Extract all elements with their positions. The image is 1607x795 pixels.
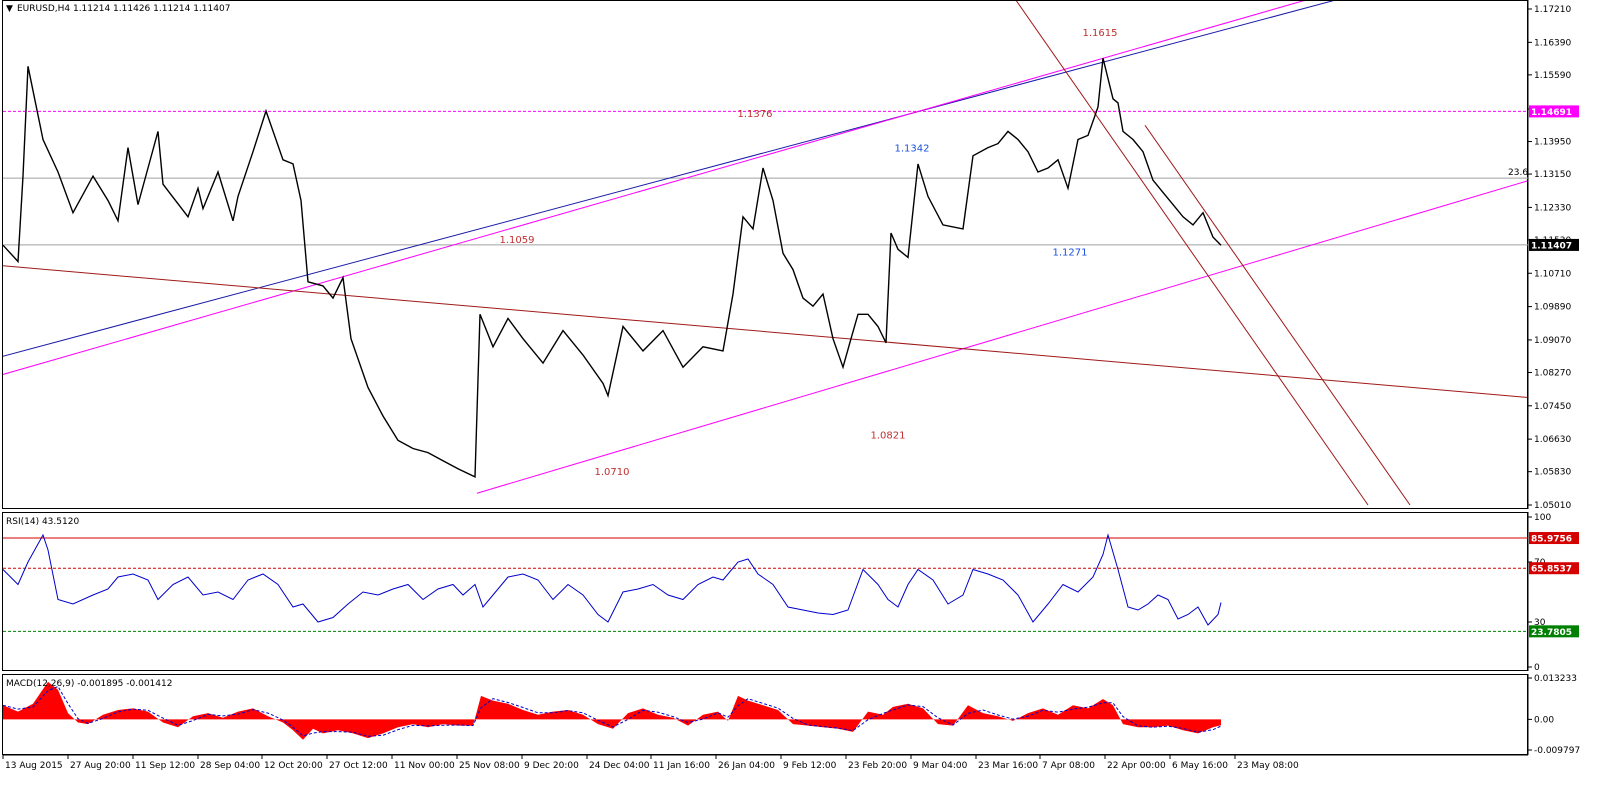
time-tick-label: 23 Feb 20:00 xyxy=(848,761,907,771)
rsi-tick-label: 100 xyxy=(1534,513,1551,523)
time-tick-label: 28 Sep 04:00 xyxy=(200,761,260,771)
macd-series xyxy=(2,681,1222,740)
time-tick-label: 27 Aug 20:00 xyxy=(70,761,131,771)
macd-tick-label: 0.013233 xyxy=(1534,674,1577,684)
price-line xyxy=(2,58,1222,478)
price-annotation: 1.0821 xyxy=(871,430,906,441)
rsi-level-tag: 65.8537 xyxy=(1531,565,1572,575)
price-menu-icon[interactable]: ▼ xyxy=(6,4,13,14)
price-annotations: 1.1615 1.1376 1.1342 1.1059 1.1271 1.0821 1.07… xyxy=(500,28,1118,478)
time-tick-label: 6 May 16:00 xyxy=(1172,761,1228,771)
time-tick-label: 9 Dec 20:00 xyxy=(524,761,579,771)
time-tick-label: 23 Mar 16:00 xyxy=(978,761,1038,771)
price-annotation: 1.1615 xyxy=(1083,28,1118,39)
macd-y-axis: 0.013233 0.00 -0.009797 xyxy=(1527,674,1580,756)
price-annotation: 1.1271 xyxy=(1053,247,1088,258)
price-tick-label: 1.13150 xyxy=(1534,170,1571,180)
rsi-line xyxy=(2,533,1222,626)
time-axis: 13 Aug 2015 27 Aug 20:00 11 Sep 12:00 28 Se… xyxy=(2,754,1528,771)
time-tick-label: 9 Feb 12:00 xyxy=(783,761,837,771)
macd-histogram xyxy=(3,681,1221,740)
price-annotation: 1.1342 xyxy=(895,144,930,155)
price-tick-label: 1.09890 xyxy=(1534,303,1571,313)
dark-red-long xyxy=(3,265,1527,398)
price-pane[interactable]: 1.172101.163901.155901.147501.139501.131… xyxy=(0,0,1579,511)
rsi-pane[interactable]: 10070300 85.975665.853723.7805 RSI(14) 4… xyxy=(2,512,1580,673)
macd-header: MACD(12,26,9) -0.001895 -0.001412 xyxy=(6,679,172,689)
price-tick-label: 1.13950 xyxy=(1534,138,1571,148)
trendlines[interactable] xyxy=(0,0,1530,506)
price-annotation: 1.1376 xyxy=(738,109,773,120)
magenta-lower xyxy=(476,180,1527,494)
fib-level-label: 23.6 xyxy=(1508,168,1528,178)
rsi-level-tag: 23.7805 xyxy=(1531,628,1572,638)
rsi-tick-label: 0 xyxy=(1534,663,1540,673)
price-y-axis: 1.172101.163901.155901.147501.139501.131… xyxy=(1527,0,1571,511)
price-tick-label: 1.09070 xyxy=(1534,336,1571,346)
time-tick-label: 23 May 08:00 xyxy=(1237,761,1299,771)
price-pane-frame xyxy=(2,0,1528,509)
magenta-level-tag: 1.14691 xyxy=(1531,108,1572,118)
time-tick-label: 12 Oct 20:00 xyxy=(264,761,323,771)
price-tick-label: 1.17210 xyxy=(1534,5,1571,15)
time-tick-label: 13 Aug 2015 xyxy=(5,761,63,771)
trading-chart: 1.172101.163901.155901.147501.139501.131… xyxy=(0,0,1581,771)
time-tick-label: 11 Jan 16:00 xyxy=(653,761,710,771)
price-tick-label: 1.08270 xyxy=(1534,368,1571,378)
price-tick-label: 1.12330 xyxy=(1534,203,1571,213)
rsi-pane-frame xyxy=(2,512,1528,671)
macd-tick-label: 0.00 xyxy=(1534,715,1554,725)
price-tick-label: 1.10710 xyxy=(1534,269,1571,279)
rsi-level-tag: 85.9756 xyxy=(1531,535,1572,545)
time-tick-label: 25 Nov 08:00 xyxy=(459,761,520,771)
price-tick-label: 1.06630 xyxy=(1534,435,1571,445)
price-annotation: 1.0710 xyxy=(595,467,630,478)
price-tick-label: 1.05830 xyxy=(1534,468,1571,478)
time-tick-label: 24 Dec 04:00 xyxy=(589,761,650,771)
time-tick-label: 9 Mar 04:00 xyxy=(913,761,968,771)
time-tick-label: 7 Apr 08:00 xyxy=(1042,761,1095,771)
current-price-tag: 1.11407 xyxy=(1531,241,1572,251)
time-tick-label: 22 Apr 00:00 xyxy=(1107,761,1166,771)
rsi-series xyxy=(2,533,1222,626)
price-tick-label: 1.15590 xyxy=(1534,71,1571,81)
time-tick-label: 11 Nov 00:00 xyxy=(394,761,455,771)
price-tick-label: 1.07450 xyxy=(1534,402,1571,412)
macd-pane[interactable]: 0.013233 0.00 -0.009797 MACD(12,26,9) -0.0… xyxy=(2,674,1581,756)
price-header: EURUSD,H4 1.11214 1.11426 1.11214 1.1140… xyxy=(17,4,230,14)
time-tick-label: 27 Oct 12:00 xyxy=(329,761,388,771)
time-tick-label: 11 Sep 12:00 xyxy=(135,761,195,771)
magenta-upper xyxy=(3,1,1305,375)
price-tick-label: 1.16390 xyxy=(1534,38,1571,48)
rsi-header: RSI(14) 43.5120 xyxy=(6,517,79,527)
rsi-levels xyxy=(3,537,1528,632)
macd-tick-label: -0.009797 xyxy=(1534,746,1580,756)
dark-red-steep-2 xyxy=(1144,124,1411,506)
time-tick-label: 26 Jan 04:00 xyxy=(718,761,775,771)
price-tick-label: 1.05010 xyxy=(1534,501,1571,511)
price-series xyxy=(2,58,1222,478)
price-annotation: 1.1059 xyxy=(500,235,535,246)
